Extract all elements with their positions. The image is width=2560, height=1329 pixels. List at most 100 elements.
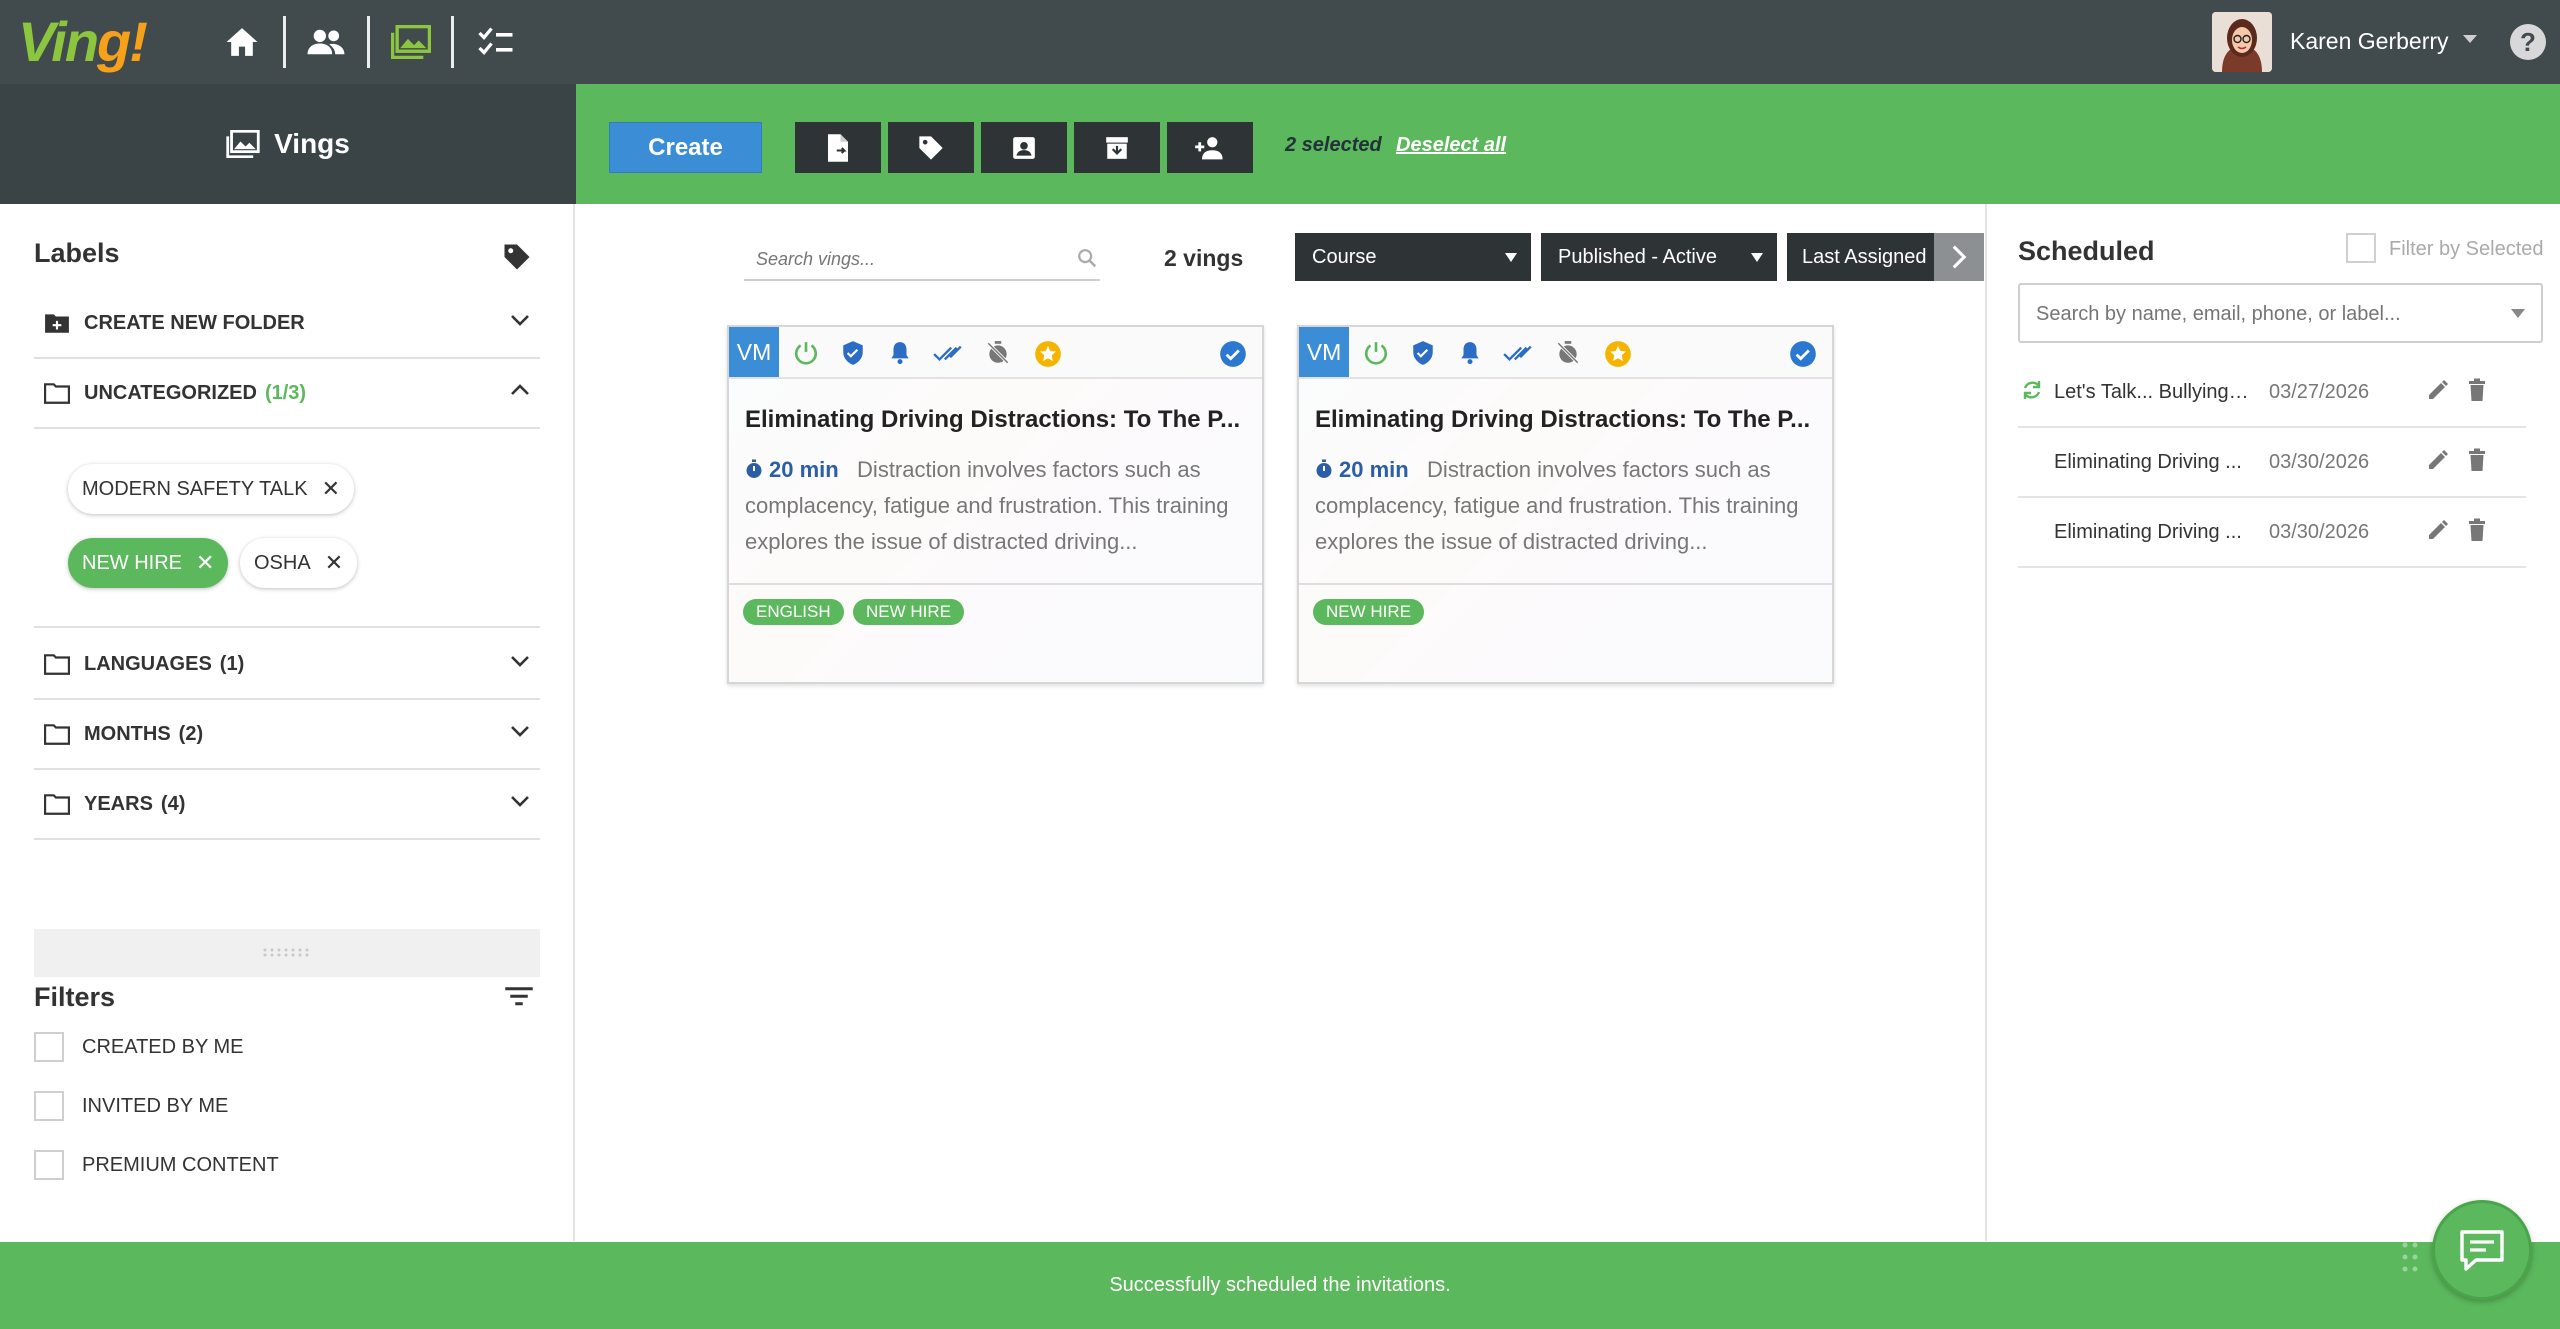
drag-handle-icon[interactable] — [2400, 1240, 2420, 1274]
caret-down-icon — [1751, 253, 1763, 262]
contact-card-button[interactable] — [981, 122, 1067, 173]
double-check-icon — [932, 340, 964, 366]
add-person-button[interactable] — [1167, 122, 1253, 173]
type-dropdown[interactable]: Course — [1295, 233, 1531, 281]
chevron-down-icon[interactable] — [510, 724, 530, 738]
folder-name: LANGUAGES — [84, 652, 212, 675]
search-vings-field[interactable] — [744, 237, 1100, 281]
scheduled-name: Eliminating Driving ... — [2054, 521, 2242, 543]
document-export-icon — [828, 133, 848, 162]
panel-resize-handle[interactable] — [34, 929, 540, 977]
folder-months[interactable]: MONTHS (2) — [34, 700, 540, 770]
uncategorized-expanded-area — [34, 359, 540, 628]
tag-icon — [502, 242, 532, 272]
archive-button[interactable] — [1074, 122, 1160, 173]
search-vings-input[interactable] — [754, 245, 1054, 273]
ving-card[interactable]: VM Eliminating Driving Distractions: To … — [1297, 325, 1834, 684]
labels-heading: Labels — [34, 238, 120, 268]
scheduled-row[interactable]: Eliminating Driving ... 03/30/2026 — [2018, 498, 2526, 568]
card-status-bar: VM — [1299, 327, 1832, 379]
folder-years[interactable]: YEARS (4) — [34, 770, 540, 840]
scheduled-heading: Scheduled — [2018, 236, 2155, 266]
bell-icon — [887, 340, 913, 366]
selected-check-icon[interactable] — [1789, 340, 1817, 368]
selected-check-icon[interactable] — [1219, 340, 1247, 368]
delete-trash-icon[interactable] — [2466, 518, 2488, 542]
tag-icon — [919, 135, 943, 160]
folder-count: (2) — [178, 722, 204, 745]
folder-add-icon — [44, 312, 70, 334]
dropdown-value: Published - Active — [1558, 246, 1717, 268]
checklist-icon[interactable] — [472, 18, 520, 66]
nav-separator — [451, 16, 454, 68]
nav-separator — [283, 16, 286, 68]
dropdown-value: Last Assigned — [1802, 246, 1927, 268]
status-dropdown[interactable]: Published - Active — [1541, 233, 1777, 281]
ving-logo[interactable]: Ving! — [18, 10, 148, 74]
deselect-all-link[interactable]: Deselect all — [1396, 132, 1506, 158]
scheduled-name: Let's Talk... Bullying, ... — [2054, 381, 2250, 403]
premium-content-checkbox[interactable] — [34, 1150, 64, 1180]
chevron-right-icon — [1952, 245, 1967, 269]
create-new-folder-row[interactable]: CREATE NEW FOLDER — [34, 289, 540, 359]
vings-gallery-icon — [226, 130, 260, 158]
user-name[interactable]: Karen Gerberry — [2290, 26, 2449, 56]
duration: 20 min — [1315, 457, 1409, 482]
sort-dropdown[interactable]: Last Assigned — [1787, 233, 1934, 281]
scheduled-search-input[interactable] — [2034, 299, 2474, 329]
filter-by-selected-checkbox[interactable] — [2346, 233, 2376, 263]
success-toast: Successfully scheduled the invitations. — [0, 1242, 2560, 1329]
edit-pencil-icon[interactable] — [2426, 518, 2450, 542]
shield-check-icon — [840, 340, 866, 366]
search-icon[interactable] — [1076, 247, 1098, 269]
create-button[interactable]: Create — [609, 122, 762, 173]
scheduled-row[interactable]: Eliminating Driving ... 03/30/2026 — [2018, 428, 2526, 498]
chevron-down-icon[interactable] — [510, 654, 530, 668]
stopwatch-icon — [1315, 459, 1333, 479]
card-description: 20 min Distraction involves factors such… — [745, 452, 1250, 560]
ving-card[interactable]: VM Eliminating Driving Distractions: To … — [727, 325, 1264, 684]
delete-trash-icon[interactable] — [2466, 378, 2488, 402]
delete-trash-icon[interactable] — [2466, 448, 2488, 472]
filter-list-icon[interactable] — [504, 984, 534, 1008]
edit-pencil-icon[interactable] — [2426, 448, 2450, 472]
scheduled-name: Eliminating Driving ... — [2054, 451, 2242, 473]
edit-pencil-icon[interactable] — [2426, 378, 2450, 402]
card-tag: ENGLISH — [743, 599, 844, 625]
folder-icon — [44, 793, 70, 815]
card-title[interactable]: Eliminating Driving Distractions: To The… — [1315, 405, 1815, 435]
timer-off-icon — [985, 340, 1011, 366]
export-document-button[interactable] — [795, 122, 881, 173]
vings-gallery-icon[interactable] — [387, 18, 435, 66]
scheduled-date: 03/27/2026 — [2269, 381, 2370, 403]
folder-languages[interactable]: LANGUAGES (1) — [34, 630, 540, 700]
card-tag: NEW HIRE — [853, 599, 964, 625]
duration: 20 min — [745, 457, 839, 482]
home-icon[interactable] — [218, 18, 266, 66]
card-type-badge: VM — [729, 327, 779, 377]
filters-heading: Filters — [34, 982, 116, 1012]
scheduled-search-field[interactable] — [2018, 283, 2543, 343]
folder-name: CREATE NEW FOLDER — [84, 311, 305, 334]
created-by-me-label: CREATED BY ME — [82, 1036, 244, 1058]
stopwatch-icon — [745, 459, 763, 479]
scroll-filters-right-button[interactable] — [1934, 233, 1984, 281]
vings-section-header: Vings — [0, 84, 576, 204]
chevron-down-icon[interactable] — [510, 313, 530, 327]
chevron-down-icon[interactable] — [510, 794, 530, 808]
card-title[interactable]: Eliminating Driving Distractions: To The… — [745, 405, 1245, 435]
user-menu-caret-icon[interactable] — [2462, 34, 2478, 44]
selected-count: 2 selected — [1285, 134, 1382, 156]
vings-section-title: Vings — [274, 128, 350, 159]
invited-by-me-checkbox[interactable] — [34, 1091, 64, 1121]
people-icon[interactable] — [302, 18, 350, 66]
caret-down-icon[interactable] — [2511, 309, 2525, 318]
tag-button[interactable] — [888, 122, 974, 173]
created-by-me-checkbox[interactable] — [34, 1032, 64, 1062]
card-description: 20 min Distraction involves factors such… — [1315, 452, 1820, 560]
help-button[interactable]: ? — [2510, 24, 2546, 60]
scheduled-row[interactable]: Let's Talk... Bullying, ... 03/27/2026 — [2018, 358, 2526, 428]
chat-bubble-icon — [2460, 1230, 2504, 1271]
chat-button[interactable] — [2432, 1200, 2532, 1300]
user-avatar[interactable] — [2212, 12, 2272, 72]
